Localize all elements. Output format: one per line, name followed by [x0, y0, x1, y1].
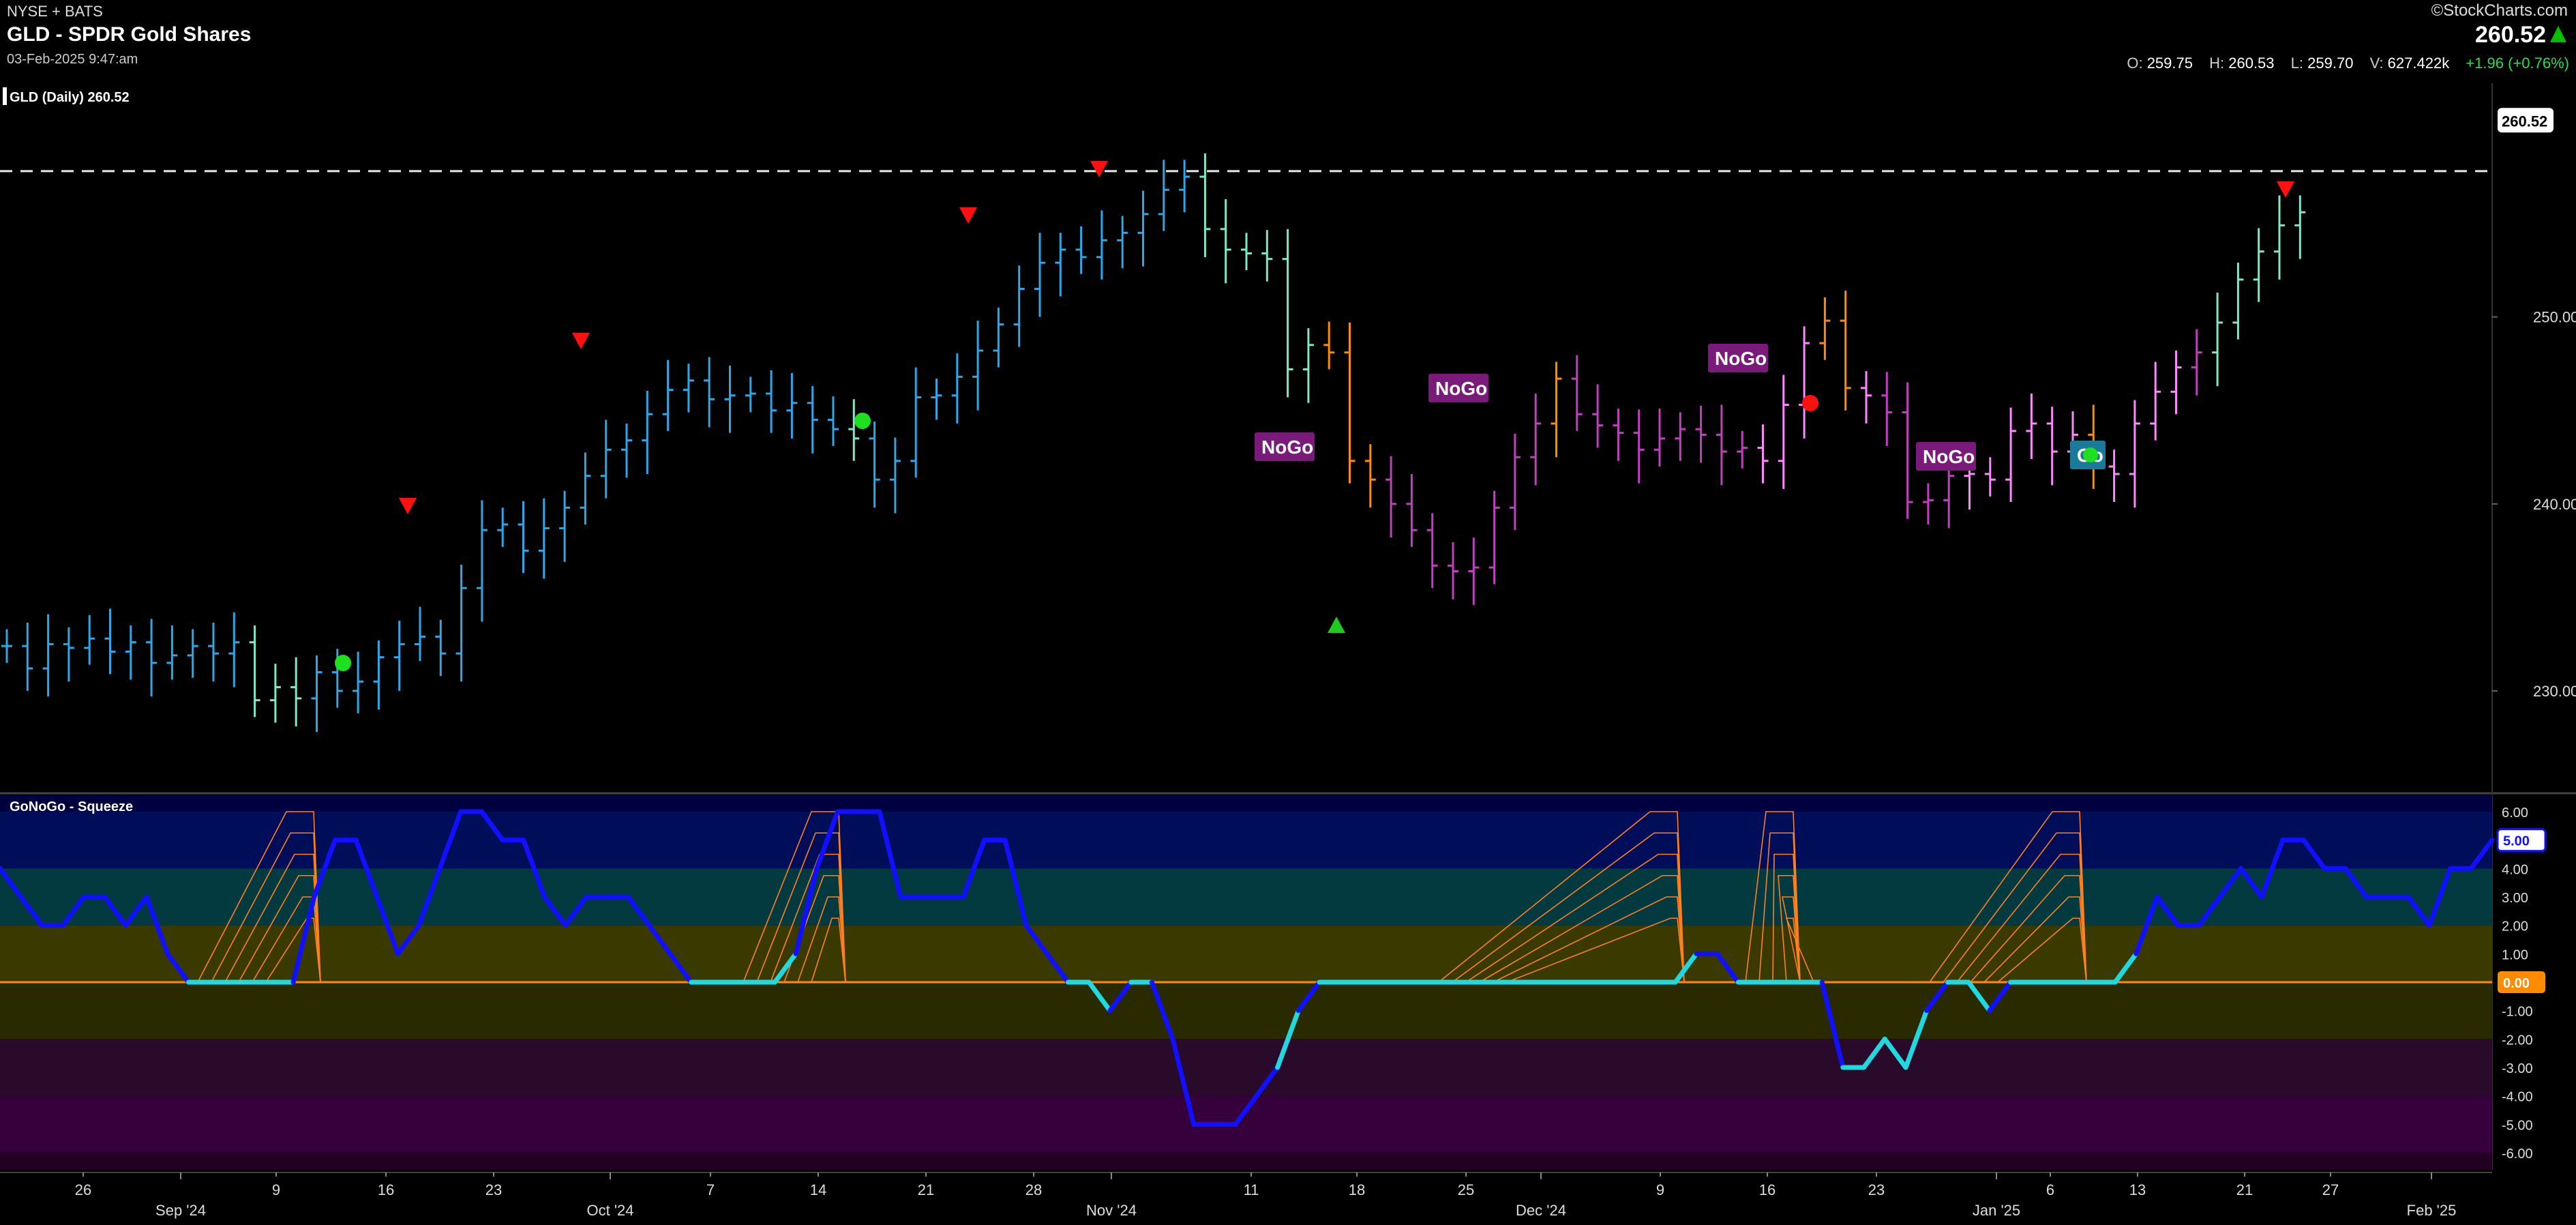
oscillator-band — [0, 1153, 2492, 1170]
oscillator-legend: GoNoGo - Squeeze — [10, 799, 133, 814]
legend-marker — [3, 87, 7, 105]
x-tick-label: Feb '25 — [2407, 1202, 2457, 1219]
oscillator-tick-label: -4.00 — [2502, 1090, 2533, 1105]
oscillator-tick-label: 1.00 — [2502, 947, 2528, 962]
x-tick-label: Oct '24 — [586, 1202, 633, 1219]
price-tick-label: 230.00 — [2533, 683, 2576, 700]
x-tick-label: 23 — [485, 1181, 502, 1198]
gonogo-chart: 230.00240.00250.00260.52GLD (Daily) 260.… — [0, 83, 2576, 1219]
oscillator-band — [0, 1039, 2492, 1096]
continuation-dot — [335, 655, 351, 671]
trend-label: NoGo — [1715, 348, 1767, 369]
x-tick-label: Sep '24 — [155, 1202, 206, 1219]
x-tick-label: Dec '24 — [1516, 1202, 1566, 1219]
oscillator-band — [0, 795, 2492, 812]
price-tick-label: 240.00 — [2533, 496, 2576, 513]
continuation-dot — [1802, 395, 1818, 411]
x-tick-label: 14 — [810, 1181, 826, 1198]
x-tick-label: 18 — [1349, 1181, 1365, 1198]
oscillator-tick-label: -5.00 — [2502, 1118, 2533, 1133]
trend-label: NoGo — [1435, 378, 1487, 399]
x-tick-label: 26 — [75, 1181, 91, 1198]
x-tick-label: Jan '25 — [1973, 1202, 2020, 1219]
oscillator-band — [0, 982, 2492, 1039]
oscillator-tick-label: -2.00 — [2502, 1033, 2533, 1048]
oscillator-band — [0, 925, 2492, 982]
oscillator-band — [0, 868, 2492, 926]
trend-label: NoGo — [1923, 446, 1975, 467]
oscillator-tick-label: 4.00 — [2502, 862, 2528, 877]
oscillator-tick-label: -1.00 — [2502, 1005, 2533, 1020]
zero-value-label: 0.00 — [2503, 976, 2530, 991]
x-tick-label: 13 — [2129, 1181, 2146, 1198]
oscillator-tick-label: 2.00 — [2502, 919, 2528, 934]
x-tick-label: 25 — [1458, 1181, 1474, 1198]
x-tick-label: 21 — [918, 1181, 934, 1198]
last-price-box-label: 260.52 — [2502, 113, 2547, 130]
x-tick-label: 7 — [706, 1181, 715, 1198]
trend-label: NoGo — [1261, 437, 1313, 458]
oscillator-tick-label: 3.00 — [2502, 891, 2528, 906]
oscillator-tick-label: -6.00 — [2502, 1147, 2533, 1162]
price-tick-label: 250.00 — [2533, 309, 2576, 326]
x-tick-label: 16 — [1759, 1181, 1776, 1198]
x-tick-label: 23 — [1868, 1181, 1885, 1198]
x-tick-label: 9 — [272, 1181, 280, 1198]
price-legend: GLD (Daily) 260.52 — [10, 90, 130, 105]
go-dot — [2083, 447, 2098, 462]
x-tick-label: Nov '24 — [1086, 1202, 1137, 1219]
oscillator-value-label: 5.00 — [2503, 834, 2530, 849]
x-tick-label: 16 — [378, 1181, 394, 1198]
oscillator-tick-label: -3.00 — [2502, 1061, 2533, 1076]
oscillator-band — [0, 812, 2492, 869]
x-tick-label: 21 — [2236, 1181, 2253, 1198]
x-tick-label: 6 — [2046, 1181, 2054, 1198]
x-tick-label: 27 — [2322, 1181, 2339, 1198]
x-tick-label: 11 — [1244, 1181, 1259, 1198]
price-panel — [0, 83, 2492, 784]
oscillator-tick-label: 6.00 — [2502, 806, 2528, 821]
oscillator-band — [0, 1095, 2492, 1153]
x-tick-label: 28 — [1025, 1181, 1042, 1198]
continuation-dot — [854, 413, 871, 429]
x-tick-label: 9 — [1656, 1181, 1664, 1198]
